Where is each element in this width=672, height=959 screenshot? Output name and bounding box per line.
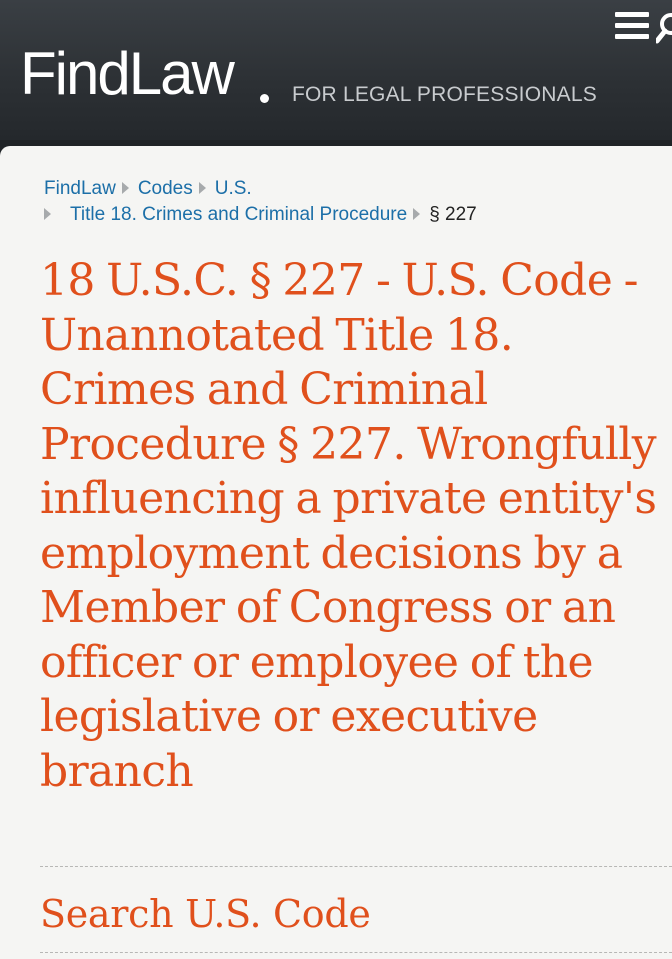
menu-icon-bar: [615, 12, 649, 17]
breadcrumb-current: § 227: [429, 204, 477, 225]
breadcrumb-us[interactable]: U.S.: [215, 178, 252, 199]
site-header: FindLaw FOR LEGAL PROFESSIONALS: [0, 0, 672, 140]
search-icon[interactable]: [656, 10, 672, 46]
breadcrumb-title-18[interactable]: Title 18. Crimes and Criminal Procedure: [70, 204, 407, 225]
breadcrumb-arrow-icon: [198, 182, 206, 194]
breadcrumb-arrow-icon: [413, 208, 421, 220]
divider: [40, 952, 672, 953]
menu-icon-bar: [615, 23, 649, 28]
breadcrumb-codes[interactable]: Codes: [138, 178, 193, 199]
breadcrumb-findlaw[interactable]: FindLaw: [44, 178, 116, 199]
breadcrumb-arrow-icon: [121, 182, 129, 194]
breadcrumb: FindLaw Codes U.S. Title 18. Crimes and Cr…: [44, 176, 664, 225]
header-tagline: FOR LEGAL PROFESSIONALS: [292, 83, 597, 106]
registered-mark-icon: [260, 94, 269, 103]
search-us-code-heading: Search U.S. Code: [40, 892, 371, 936]
breadcrumb-line: FindLaw Codes U.S.: [44, 176, 664, 202]
breadcrumb-line: Title 18. Crimes and Criminal Procedure §…: [44, 202, 477, 228]
page-title: 18 U.S.C. § 227 - U.S. Code - Unannotate…: [40, 255, 657, 797]
menu-icon-bar: [615, 34, 649, 39]
menu-icon[interactable]: [615, 12, 649, 40]
findlaw-logo[interactable]: FindLaw: [20, 44, 235, 104]
main-content: FindLaw Codes U.S. Title 18. Crimes and Cr…: [0, 146, 672, 959]
divider: [40, 866, 672, 867]
breadcrumb-arrow-icon: [44, 208, 51, 220]
